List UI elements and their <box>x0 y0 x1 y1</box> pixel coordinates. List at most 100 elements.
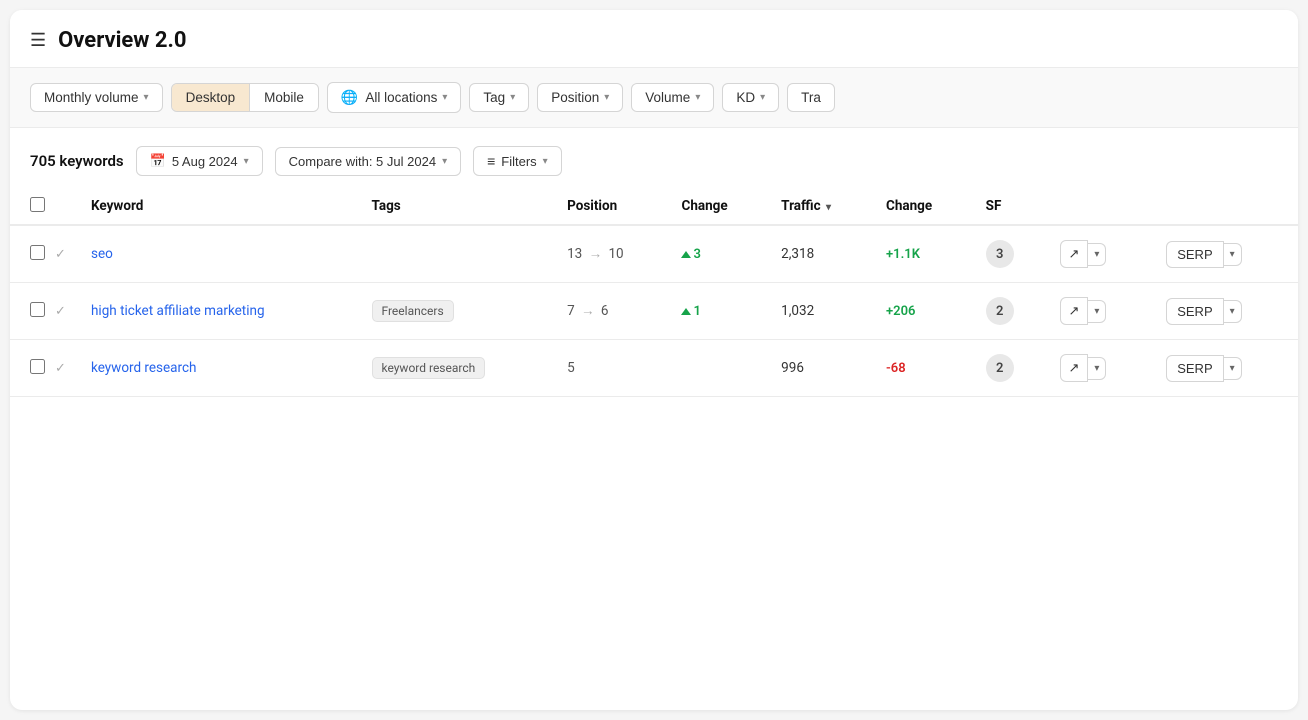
trend-icon: ↗ <box>1069 246 1080 262</box>
position-cell: 7 → 6 <box>555 283 669 340</box>
keyword-column-header: Keyword <box>79 188 360 225</box>
tra-filter[interactable]: Tra <box>787 83 835 112</box>
hamburger-icon[interactable]: ☰ <box>30 30 46 51</box>
chevron-down-icon: ▾ <box>695 92 700 103</box>
select-all-header <box>10 188 51 225</box>
chevron-down-icon: ▾ <box>543 156 548 167</box>
serp-button[interactable]: SERP <box>1166 241 1223 268</box>
filters-button[interactable]: ≡ Filters ▾ <box>473 146 562 176</box>
sf-badge: 2 <box>986 297 1014 325</box>
row-check-mark-cell: ✓ <box>51 340 79 397</box>
trend-action-cell: ↗ ▾ <box>1048 340 1149 397</box>
device-group: Desktop Mobile <box>171 83 319 112</box>
row-checkbox[interactable] <box>30 302 45 317</box>
keyword-link[interactable]: keyword research <box>91 360 196 376</box>
sf-badge: 2 <box>986 354 1014 382</box>
checkmark-icon: ✓ <box>55 247 66 262</box>
chevron-down-icon: ▾ <box>442 156 447 167</box>
position-cell: 5 <box>555 340 669 397</box>
serp-action-group: SERP ▾ <box>1160 241 1286 268</box>
row-checkbox-cell <box>10 283 51 340</box>
arrow-right-icon: → <box>589 246 603 262</box>
keyword-cell: high ticket affiliate marketing <box>79 283 360 340</box>
trend-icon: ↗ <box>1069 360 1080 376</box>
arrow-right-icon: → <box>581 303 595 319</box>
table-row: ✓ seo 13 → 10 3 2,318 <box>10 225 1298 283</box>
header: ☰ Overview 2.0 <box>10 10 1298 68</box>
traffic-change-column-header: Change <box>874 188 974 225</box>
trend-action-group: ↗ ▾ <box>1060 240 1137 268</box>
change-cell: 1 <box>669 283 769 340</box>
serp-action-group: SERP ▾ <box>1160 298 1286 325</box>
trend-button[interactable]: ↗ <box>1060 240 1089 268</box>
trend-action-group: ↗ ▾ <box>1060 354 1137 382</box>
table-row: ✓ keyword research keyword research 5 99… <box>10 340 1298 397</box>
table-row: ✓ high ticket affiliate marketing Freela… <box>10 283 1298 340</box>
chevron-down-icon: ▾ <box>244 156 249 167</box>
serp-action-cell: SERP ▾ <box>1148 340 1298 397</box>
triangle-up-icon <box>681 308 691 315</box>
trend-chevron-button[interactable]: ▾ <box>1088 243 1106 266</box>
sf-cell: 2 <box>974 283 1048 340</box>
serp-action-cell: SERP ▾ <box>1148 283 1298 340</box>
traffic-column-header[interactable]: Traffic ▾ <box>769 188 874 225</box>
serp-action-cell: SERP ▾ <box>1148 225 1298 283</box>
filter-icon: ≡ <box>487 153 495 169</box>
serp-button[interactable]: SERP <box>1166 298 1223 325</box>
traffic-change-cell: +1.1K <box>874 225 974 283</box>
chevron-down-icon: ▾ <box>442 92 447 103</box>
traffic-cell: 996 <box>769 340 874 397</box>
triangle-up-icon <box>681 251 691 258</box>
page-title: Overview 2.0 <box>58 28 186 53</box>
serp-action-group: SERP ▾ <box>1160 355 1286 382</box>
serp-button[interactable]: SERP <box>1166 355 1223 382</box>
checkmark-icon: ✓ <box>55 361 66 376</box>
traffic-change-value: +1.1K <box>886 247 920 262</box>
trend-chevron-button[interactable]: ▾ <box>1088 357 1106 380</box>
sort-arrow-icon: ▾ <box>826 202 831 213</box>
traffic-change-value: +206 <box>886 304 915 319</box>
volume-filter[interactable]: Volume ▾ <box>631 83 714 112</box>
compare-date-picker[interactable]: Compare with: 5 Jul 2024 ▾ <box>275 147 461 176</box>
trend-button[interactable]: ↗ <box>1060 354 1089 382</box>
row-check-mark-cell: ✓ <box>51 283 79 340</box>
kd-filter[interactable]: KD ▾ <box>722 83 779 112</box>
traffic-cell: 1,032 <box>769 283 874 340</box>
date-picker[interactable]: 📅 5 Aug 2024 ▾ <box>136 146 263 176</box>
serp-chevron-button[interactable]: ▾ <box>1224 300 1242 323</box>
traffic-change-cell: +206 <box>874 283 974 340</box>
change-value: 1 <box>681 304 700 319</box>
keywords-count: 705 keywords <box>30 152 124 170</box>
change-cell <box>669 340 769 397</box>
row-checkbox-cell <box>10 340 51 397</box>
row-checkbox[interactable] <box>30 359 45 374</box>
desktop-button[interactable]: Desktop <box>172 84 251 111</box>
keyword-link[interactable]: high ticket affiliate marketing <box>91 303 265 319</box>
trend-action-cell: ↗ ▾ <box>1048 225 1149 283</box>
all-locations-filter[interactable]: 🌐 All locations ▾ <box>327 82 462 113</box>
row-checkbox[interactable] <box>30 245 45 260</box>
globe-icon: 🌐 <box>341 89 358 106</box>
select-all-checkbox[interactable] <box>30 197 45 212</box>
keyword-link[interactable]: seo <box>91 246 113 262</box>
trend-chevron-button[interactable]: ▾ <box>1088 300 1106 323</box>
tag-cell <box>360 225 556 283</box>
trend-button[interactable]: ↗ <box>1060 297 1089 325</box>
serp-chevron-button[interactable]: ▾ <box>1224 357 1242 380</box>
page-wrapper: ☰ Overview 2.0 Monthly volume ▾ Desktop … <box>10 10 1298 710</box>
tag-badge: Freelancers <box>372 300 454 322</box>
keyword-cell: keyword research <box>79 340 360 397</box>
tag-cell: keyword research <box>360 340 556 397</box>
trend-action-cell: ↗ ▾ <box>1048 283 1149 340</box>
keywords-table: Keyword Tags Position Change Traffic ▾ C… <box>10 188 1298 397</box>
row-checkbox-cell <box>10 225 51 283</box>
mobile-button[interactable]: Mobile <box>250 84 318 111</box>
filter-bar: Monthly volume ▾ Desktop Mobile 🌐 All lo… <box>10 68 1298 128</box>
tags-column-header: Tags <box>360 188 556 225</box>
trend-icon: ↗ <box>1069 303 1080 319</box>
monthly-volume-filter[interactable]: Monthly volume ▾ <box>30 83 163 112</box>
position-filter[interactable]: Position ▾ <box>537 83 623 112</box>
serp-chevron-button[interactable]: ▾ <box>1224 243 1242 266</box>
sub-header: 705 keywords 📅 5 Aug 2024 ▾ Compare with… <box>10 128 1298 188</box>
tag-filter[interactable]: Tag ▾ <box>469 83 529 112</box>
